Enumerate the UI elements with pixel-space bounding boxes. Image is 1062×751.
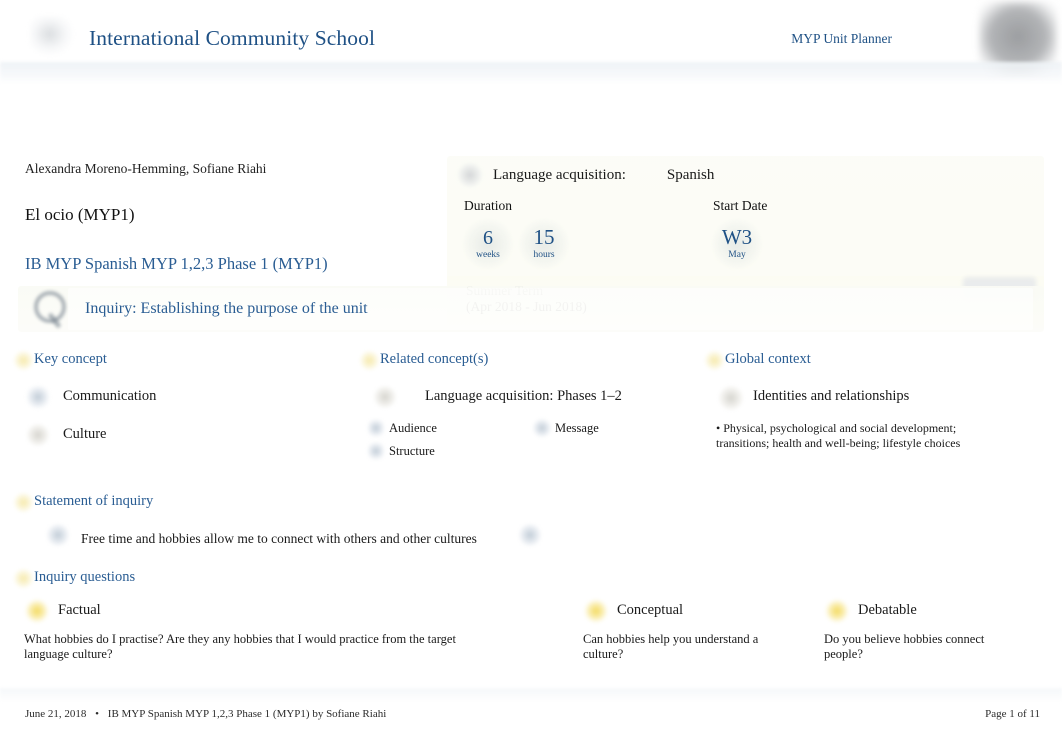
school-name: International Community School	[89, 26, 376, 50]
question-type-conceptual: Conceptual	[617, 602, 684, 618]
related-concept-audience: Audience	[389, 421, 437, 435]
footer-page-number: Page 1 of 11	[985, 708, 1040, 720]
duration-hours-unit: hours	[533, 250, 555, 261]
key-concept-item-communication: Communication	[63, 388, 157, 404]
related-concepts-heading: Related concept(s)	[380, 351, 489, 367]
global-context-bullet-icon	[705, 351, 724, 370]
footer-divider	[0, 688, 1062, 702]
unit-info-area: Alexandra Moreno-Hemming, Sofiane Riahi …	[0, 62, 1062, 328]
related-concepts-bullet-icon	[360, 351, 379, 370]
duration-weeks-value: 6	[483, 226, 493, 249]
statement-icon-right	[519, 524, 541, 546]
duration-hours-bubble: 15 hours	[520, 220, 568, 268]
related-concept-icon-audience	[368, 419, 384, 437]
duration-weeks-bubble: 6 weeks	[464, 220, 512, 268]
duration-hours-value: 15	[533, 225, 555, 250]
statement-of-inquiry-bullet-icon	[14, 493, 33, 512]
related-concepts-subject-line: Language acquisition: Phases 1–2	[425, 388, 622, 404]
school-crest-logo-icon	[30, 16, 74, 56]
duration-weeks-unit: weeks	[476, 249, 500, 260]
question-text-factual: What hobbies do I practise? Are they any…	[24, 632, 456, 662]
global-context-icon	[719, 386, 743, 410]
question-type-debatable: Debatable	[858, 602, 917, 618]
start-date-caption: Start Date	[713, 198, 768, 213]
statement-of-inquiry-text: Free time and hobbies allow me to connec…	[81, 531, 477, 546]
key-concept-heading: Key concept	[34, 351, 107, 367]
course-link[interactable]: IB MYP Spanish MYP 1,2,3 Phase 1 (MYP1)	[25, 254, 328, 274]
sun-icon-factual	[26, 600, 48, 622]
inquiry-questions-bullet-icon	[14, 569, 33, 588]
footer-separator: •	[95, 708, 100, 720]
statement-of-inquiry-heading: Statement of inquiry	[34, 493, 154, 509]
start-date-bubbles: W3 May	[713, 220, 767, 268]
footer-date: June 21, 2018	[25, 708, 87, 720]
related-concepts-subject-icon	[374, 386, 396, 408]
key-concept-item-culture: Culture	[63, 426, 107, 442]
magnifying-glass-icon	[30, 288, 72, 330]
duration-block: Duration 6 weeks 15 hours	[464, 198, 568, 268]
related-concept-icon-message	[533, 419, 551, 437]
question-type-factual: Factual	[58, 602, 101, 618]
inquiry-section-title: Inquiry: Establishing the purpose of the…	[85, 300, 368, 317]
subject-group-icon	[458, 163, 482, 187]
related-concept-message: Message	[555, 421, 599, 435]
start-date-value: W3	[721, 225, 753, 250]
footer-left: June 21, 2018 • IB MYP Spanish MYP 1,2,3…	[25, 708, 386, 720]
key-concept-bullet-icon	[14, 351, 33, 370]
planner-label: MYP Unit Planner	[791, 31, 892, 46]
page-header: International Community School MYP Unit …	[0, 0, 1062, 74]
footer-source: IB MYP Spanish MYP 1,2,3 Phase 1 (MYP1) …	[107, 708, 387, 720]
question-text-debatable: Do you believe hobbies connect people?	[824, 632, 985, 662]
sun-icon-conceptual	[585, 600, 607, 622]
global-context-exploration: • Physical, psychological and social dev…	[716, 421, 961, 450]
inquiry-questions-heading: Inquiry questions	[34, 569, 136, 585]
subject-label: Language acquisition:	[493, 166, 626, 183]
question-text-conceptual: Can hobbies help you understand a cultur…	[583, 632, 759, 662]
global-context-name: Identities and relationships	[753, 388, 910, 404]
global-context-heading: Global context	[725, 351, 811, 367]
start-date-bubble: W3 May	[713, 220, 761, 268]
key-concept-icon-communication	[27, 386, 49, 408]
duration-bubbles: 6 weeks 15 hours	[464, 220, 568, 268]
start-date-month: May	[728, 250, 746, 261]
related-concept-structure: Structure	[389, 444, 435, 458]
start-date-block: Start Date W3 May	[713, 198, 767, 268]
page-title: El ocio (MYP1)	[25, 205, 135, 224]
subject-row: Language acquisition: Spanish	[458, 163, 714, 187]
sun-icon-debatable	[826, 600, 848, 622]
key-concept-icon-culture	[27, 424, 49, 446]
unit-authors: Alexandra Moreno-Hemming, Sofiane Riahi	[25, 161, 267, 176]
duration-caption: Duration	[464, 198, 512, 213]
subject-value: Spanish	[666, 166, 715, 183]
statement-icon-left	[47, 524, 69, 546]
unit-planner-page: International Community School MYP Unit …	[0, 0, 1062, 751]
related-concept-icon-structure	[368, 442, 384, 460]
